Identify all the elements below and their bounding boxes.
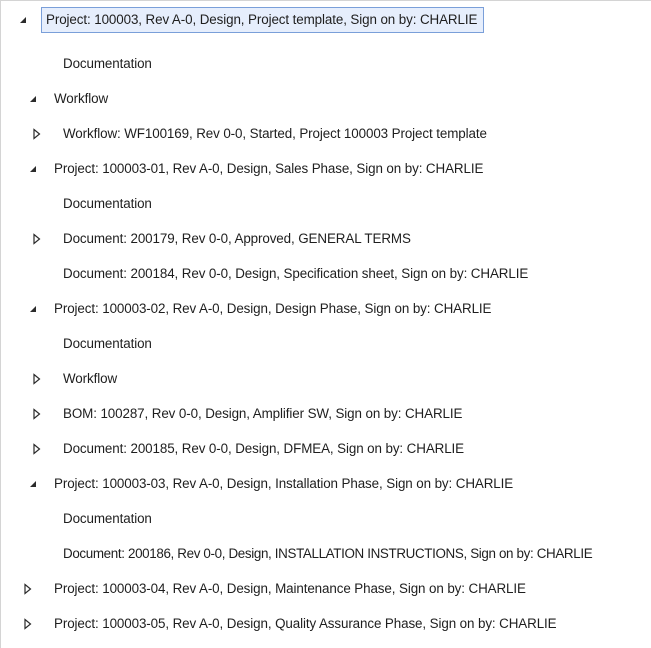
tree-node-label: Documentation — [63, 196, 152, 211]
collapsed-triangle-icon[interactable] — [30, 407, 44, 421]
tree-node-label: Documentation — [63, 336, 152, 351]
tree-node-label: Project: 100003-02, Rev A-0, Design, Des… — [54, 301, 492, 316]
expanded-triangle-icon[interactable] — [26, 162, 40, 176]
tree-node-documentation[interactable]: Documentation — [1, 187, 651, 221]
tree-node-document-200184[interactable]: Document: 200184, Rev 0-0, Design, Speci… — [1, 257, 651, 291]
project-tree: Project: 100003, Rev A-0, Design, Projec… — [0, 0, 651, 648]
tree-node-project-100003-04[interactable]: Project: 100003-04, Rev A-0, Design, Mai… — [1, 572, 651, 606]
collapsed-triangle-icon[interactable] — [21, 582, 35, 596]
tree-node-documentation[interactable]: Documentation — [1, 47, 651, 81]
collapsed-triangle-icon[interactable] — [30, 442, 44, 456]
tree-node-label: Document: 200186, Rev 0-0, Design, INSTA… — [63, 546, 593, 561]
expanded-triangle-icon[interactable] — [26, 477, 40, 491]
tree-node-label: Workflow — [54, 91, 109, 106]
tree-node-label: Project: 100003-01, Rev A-0, Design, Sal… — [54, 161, 484, 176]
collapsed-triangle-icon[interactable] — [21, 617, 35, 631]
tree-node-bom-100287[interactable]: BOM: 100287, Rev 0-0, Design, Amplifier … — [1, 397, 651, 431]
tree-node-project-100003-02[interactable]: Project: 100003-02, Rev A-0, Design, Des… — [1, 292, 651, 326]
collapsed-triangle-icon[interactable] — [30, 372, 44, 386]
tree-node-label: Project: 100003-05, Rev A-0, Design, Qua… — [54, 616, 557, 631]
tree-node-documentation[interactable]: Documentation — [1, 327, 651, 361]
expanded-triangle-icon[interactable] — [26, 92, 40, 106]
tree-node-document-200186[interactable]: Document: 200186, Rev 0-0, Design, INSTA… — [1, 537, 651, 571]
tree-node-project-100003-03[interactable]: Project: 100003-03, Rev A-0, Design, Ins… — [1, 467, 651, 501]
collapsed-triangle-icon[interactable] — [30, 232, 44, 246]
tree-node-workflow-wf100169[interactable]: Workflow: WF100169, Rev 0-0, Started, Pr… — [1, 117, 651, 151]
tree-node-document-200185[interactable]: Document: 200185, Rev 0-0, Design, DFMEA… — [1, 432, 651, 466]
tree-node-label: Document: 200184, Rev 0-0, Design, Speci… — [63, 266, 529, 281]
collapsed-triangle-icon[interactable] — [30, 127, 44, 141]
tree-node-label: Document: 200185, Rev 0-0, Design, DFMEA… — [63, 441, 465, 456]
tree-node-label: Documentation — [63, 511, 152, 526]
tree-node-workflow[interactable]: Workflow — [1, 362, 651, 396]
tree-node-label: BOM: 100287, Rev 0-0, Design, Amplifier … — [63, 406, 463, 421]
tree-node-document-200179[interactable]: Document: 200179, Rev 0-0, Approved, GEN… — [1, 222, 651, 256]
tree-node-documentation[interactable]: Documentation — [1, 502, 651, 536]
expanded-triangle-icon[interactable] — [16, 13, 30, 27]
tree-node-label: Workflow — [63, 371, 118, 386]
tree-node-project-100003-05[interactable]: Project: 100003-05, Rev A-0, Design, Qua… — [1, 607, 651, 641]
expanded-triangle-icon[interactable] — [26, 302, 40, 316]
tree-node-project-100003[interactable]: Project: 100003, Rev A-0, Design, Projec… — [1, 3, 651, 37]
tree-node-project-100003-01[interactable]: Project: 100003-01, Rev A-0, Design, Sal… — [1, 152, 651, 186]
tree-node-workflow[interactable]: Workflow — [1, 82, 651, 116]
tree-node-label: Workflow: WF100169, Rev 0-0, Started, Pr… — [63, 126, 487, 141]
tree-node-label: Documentation — [63, 56, 152, 71]
tree-node-label: Project: 100003-03, Rev A-0, Design, Ins… — [54, 476, 514, 491]
tree-node-label: Document: 200179, Rev 0-0, Approved, GEN… — [63, 231, 411, 246]
tree-node-label: Project: 100003, Rev A-0, Design, Projec… — [41, 7, 485, 33]
tree-node-label: Project: 100003-04, Rev A-0, Design, Mai… — [54, 581, 526, 596]
